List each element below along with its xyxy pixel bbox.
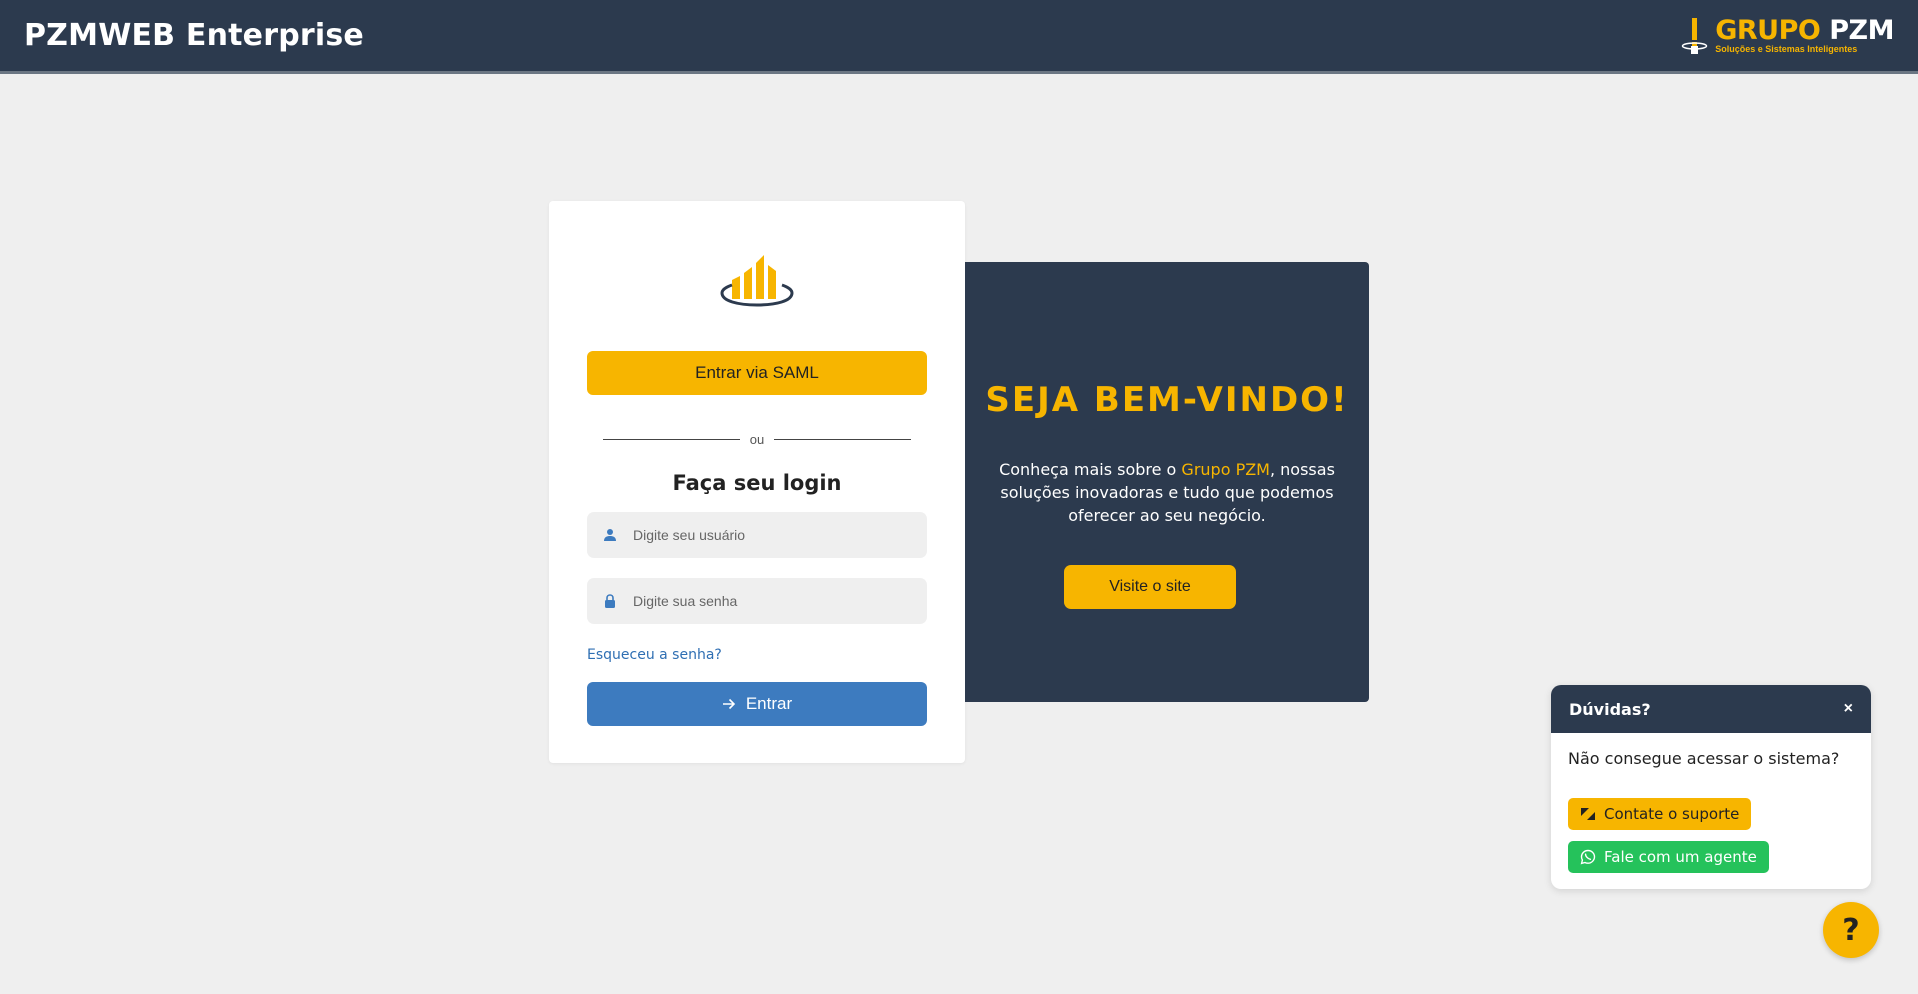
bar-chart-logo-icon — [720, 255, 794, 307]
or-divider: ou — [603, 431, 911, 447]
divider-text: ou — [749, 431, 765, 447]
brand-name-pzm: PZM — [1829, 15, 1894, 46]
password-input[interactable] — [633, 593, 913, 609]
saml-login-button[interactable]: Entrar via SAML — [587, 351, 927, 395]
password-field[interactable] — [587, 578, 927, 624]
help-popup: Dúvidas? × Não consegue acessar o sistem… — [1551, 685, 1871, 889]
welcome-title: SEJA BEM-VINDO! — [985, 380, 1349, 420]
lock-icon — [605, 594, 615, 608]
talk-to-agent-button[interactable]: Fale com um agente — [1568, 841, 1769, 873]
welcome-panel: SEJA BEM-VINDO! Conheça mais sobre o Gru… — [965, 262, 1369, 702]
brand-tagline: Soluções e Sistemas Inteligentes — [1715, 44, 1858, 54]
talk-to-agent-label: Fale com um agente — [1604, 848, 1757, 866]
user-icon — [604, 529, 616, 541]
help-popup-title: Dúvidas? — [1569, 699, 1651, 719]
help-fab-button[interactable]: ? — [1823, 902, 1879, 958]
welcome-text-highlight: Grupo PZM — [1181, 460, 1270, 479]
login-card: Entrar via SAML ou Faça seu login Esquec… — [549, 201, 965, 763]
welcome-text: Conheça mais sobre o Grupo PZM, nossas s… — [985, 458, 1349, 527]
close-icon[interactable]: × — [1844, 700, 1853, 718]
app-title: PZMWEB Enterprise — [24, 18, 364, 53]
forgot-password-link[interactable]: Esqueceu a senha? — [587, 647, 722, 663]
brand-mark-icon — [1681, 17, 1708, 54]
help-popup-header: Dúvidas? × — [1551, 685, 1871, 733]
top-bar: PZMWEB Enterprise GRUPO PZM Soluções e S… — [0, 0, 1918, 74]
brand-logo[interactable]: GRUPO PZM Soluções e Sistemas Inteligent… — [1681, 16, 1894, 56]
brand-name-grupo: GRUPO — [1715, 15, 1821, 46]
login-submit-label: Entrar — [745, 694, 793, 713]
zendesk-icon — [1581, 808, 1595, 820]
welcome-text-start: Conheça mais sobre o — [999, 460, 1182, 479]
brand-name: GRUPO PZM — [1715, 17, 1894, 44]
username-field[interactable] — [587, 512, 927, 558]
login-title: Faça seu login — [672, 471, 842, 495]
username-input[interactable] — [633, 527, 913, 543]
divider-line-right — [774, 438, 911, 440]
divider-line-left — [603, 438, 740, 440]
visit-site-button[interactable]: Visite o site — [1064, 565, 1236, 609]
help-question: Não consegue acessar o sistema? — [1568, 749, 1840, 768]
login-submit-button[interactable]: Entrar — [587, 682, 927, 726]
contact-support-label: Contate o suporte — [1604, 805, 1740, 823]
contact-support-button[interactable]: Contate o suporte — [1568, 798, 1752, 830]
whatsapp-icon — [1580, 849, 1596, 865]
arrow-right-icon — [722, 698, 735, 710]
